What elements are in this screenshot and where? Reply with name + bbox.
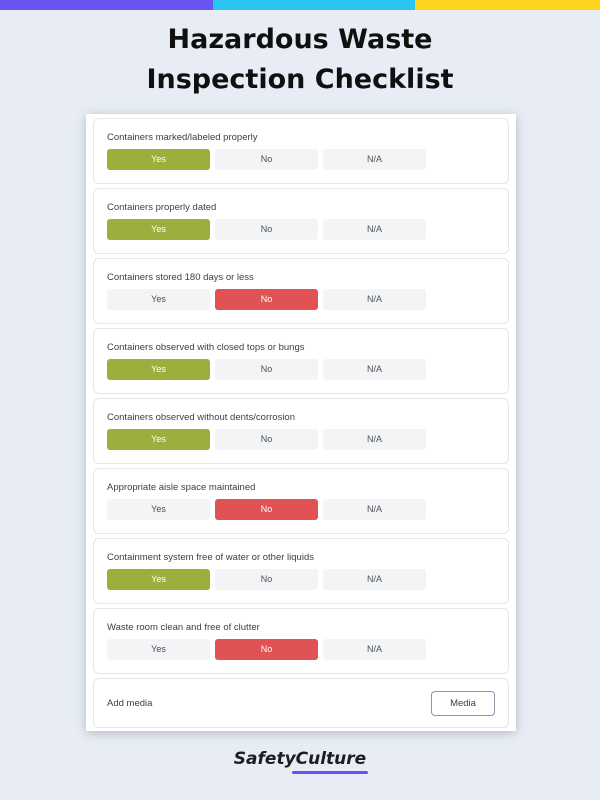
stripe-segment-yellow xyxy=(415,0,600,10)
checklist-item: Containment system free of water or othe… xyxy=(93,538,509,604)
option-yes-button[interactable]: Yes xyxy=(107,149,210,170)
top-color-stripe xyxy=(0,0,600,10)
option-na-button[interactable]: N/A xyxy=(323,499,426,520)
option-yes-button[interactable]: Yes xyxy=(107,219,210,240)
option-na-button[interactable]: N/A xyxy=(323,289,426,310)
media-button[interactable]: Media xyxy=(431,690,495,716)
page-title-line-1: Hazardous Waste xyxy=(167,24,433,55)
checklist-card: Containers marked/labeled properly Yes No N… xyxy=(86,114,516,731)
checklist-item-label: Containers observed without dents/corros… xyxy=(107,412,295,423)
option-na-button[interactable]: N/A xyxy=(323,359,426,380)
option-no-button[interactable]: No xyxy=(215,429,318,450)
response-options: Yes No N/A xyxy=(107,149,508,170)
checklist-item-label: Appropriate aisle space maintained xyxy=(107,482,256,493)
checklist-items: Containers marked/labeled properly Yes No N… xyxy=(93,118,509,674)
checklist-item: Containers stored 180 days or less Yes No N… xyxy=(93,258,509,324)
option-no-button[interactable]: No xyxy=(215,499,318,520)
option-na-button[interactable]: N/A xyxy=(323,569,426,590)
add-media-row: Add media Media xyxy=(93,678,509,728)
checklist-item-label: Containers marked/labeled properly xyxy=(107,132,258,143)
stripe-segment-purple xyxy=(0,0,213,10)
checklist-item: Containers observed with closed tops or … xyxy=(93,328,509,394)
option-yes-button[interactable]: Yes xyxy=(107,639,210,660)
option-na-button[interactable]: N/A xyxy=(323,429,426,450)
option-na-button[interactable]: N/A xyxy=(323,219,426,240)
option-yes-button[interactable]: Yes xyxy=(107,429,210,450)
checklist-item: Containers observed without dents/corros… xyxy=(93,398,509,464)
option-yes-button[interactable]: Yes xyxy=(107,569,210,590)
checklist-item-label: Containers properly dated xyxy=(107,202,217,213)
checklist-item-label: Containers observed with closed tops or … xyxy=(107,342,305,353)
response-options: Yes No N/A xyxy=(107,639,508,660)
option-yes-button[interactable]: Yes xyxy=(107,289,210,310)
checklist-item-label: Waste room clean and free of clutter xyxy=(107,622,260,633)
checklist-item: Containers properly dated Yes No N/A xyxy=(93,188,509,254)
checklist-item-label: Containers stored 180 days or less xyxy=(107,272,254,283)
checklist-item: Waste room clean and free of clutter Yes N… xyxy=(93,608,509,674)
checklist-item: Appropriate aisle space maintained Yes No N… xyxy=(93,468,509,534)
response-options: Yes No N/A xyxy=(107,219,508,240)
checklist-item: Containers marked/labeled properly Yes No N… xyxy=(93,118,509,184)
option-na-button[interactable]: N/A xyxy=(323,149,426,170)
option-no-button[interactable]: No xyxy=(215,639,318,660)
response-options: Yes No N/A xyxy=(107,499,508,520)
option-no-button[interactable]: No xyxy=(215,289,318,310)
response-options: Yes No N/A xyxy=(107,359,508,380)
page-title-line-2: Inspection Checklist xyxy=(146,64,454,95)
checklist-item-label: Containment system free of water or othe… xyxy=(107,552,314,563)
option-no-button[interactable]: No xyxy=(215,359,318,380)
stripe-segment-blue xyxy=(213,0,415,10)
page-title: Hazardous Waste Inspection Checklist xyxy=(0,20,600,100)
option-na-button[interactable]: N/A xyxy=(323,639,426,660)
option-no-button[interactable]: No xyxy=(215,219,318,240)
add-media-label: Add media xyxy=(107,697,153,709)
option-no-button[interactable]: No xyxy=(215,149,318,170)
response-options: Yes No N/A xyxy=(107,569,508,590)
option-yes-button[interactable]: Yes xyxy=(107,499,210,520)
option-yes-button[interactable]: Yes xyxy=(107,359,210,380)
response-options: Yes No N/A xyxy=(107,429,508,450)
option-no-button[interactable]: No xyxy=(215,569,318,590)
brand-logo: SafetyCulture xyxy=(233,749,367,769)
brand-underline xyxy=(292,771,368,774)
response-options: Yes No N/A xyxy=(107,289,508,310)
